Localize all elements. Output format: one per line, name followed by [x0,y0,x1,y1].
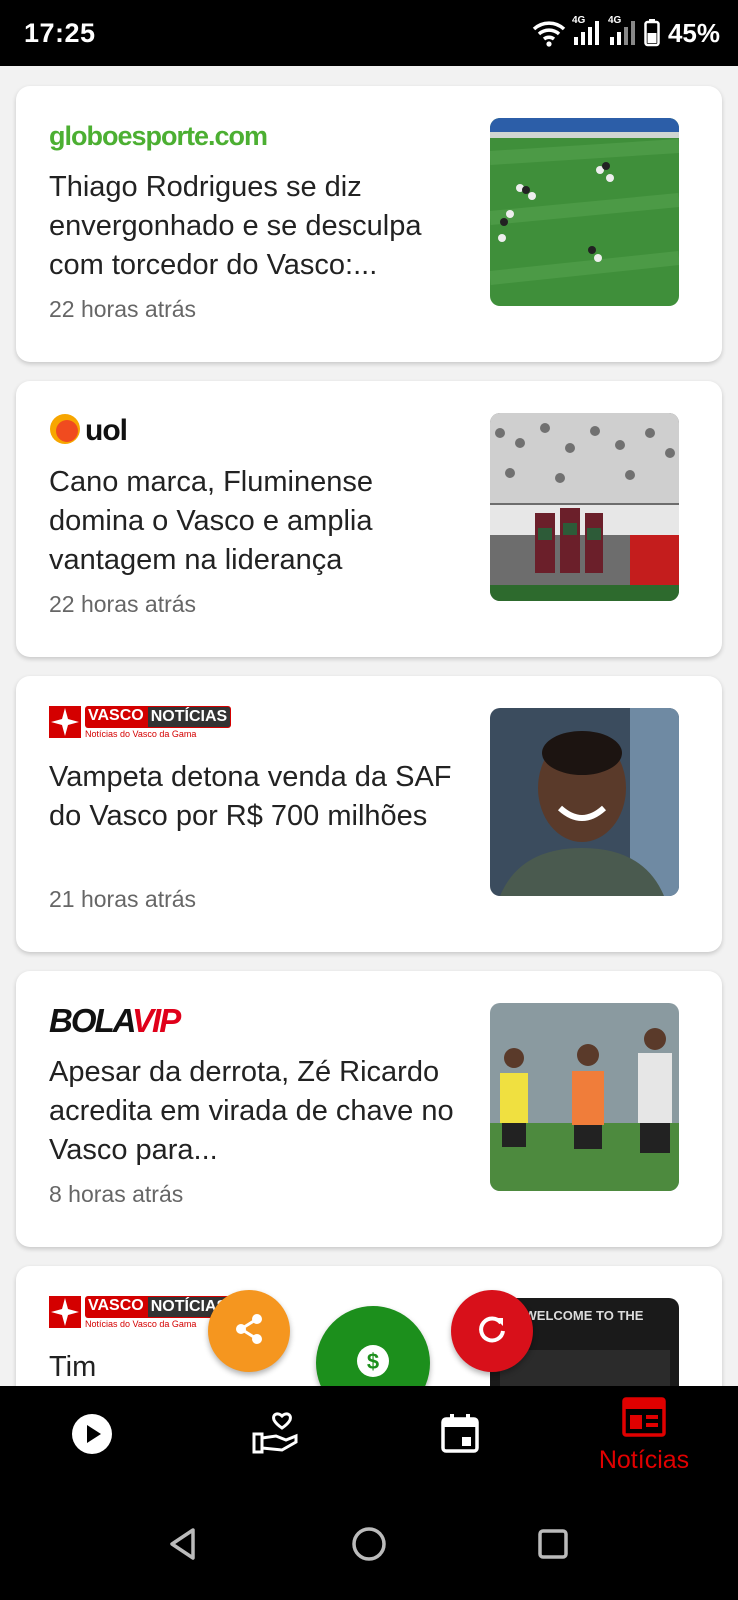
vasco-cross-icon [49,706,81,743]
source-logo-globoesporte: globoesporte.com [49,121,268,151]
source-logo-vasco-noticias: VASCO NOTÍCIAS Notícias do Vasco da Gama [49,706,232,746]
uol-sun-icon [49,413,81,450]
status-icons: 4G 4G 45% [532,15,720,50]
vasco-wordmark: VASCO [85,1296,147,1318]
nav-item-donate[interactable] [184,1386,368,1486]
source-logo-bolavip: BOLAVIP [49,1002,181,1039]
source-logo-vasco-noticias: VASCO NOTÍCIAS Notícias do Vasco da Gama [49,1296,232,1336]
recents-button[interactable] [523,1516,583,1576]
news-time: 21 horas atrás [49,886,197,912]
vasco-wordmark: VASCO [85,706,147,728]
news-title: Vampeta detona venda da SAF do Vasco por… [49,761,452,832]
battery-icon [644,19,660,47]
play-icon [70,1412,114,1461]
home-circle-icon [350,1525,388,1568]
network-type-2: 4G [607,15,622,26]
uol-wordmark: uol [85,414,128,447]
home-button[interactable] [339,1516,399,1576]
refresh-icon [475,1312,509,1351]
news-time: 22 horas atrás [49,296,197,322]
signal-icon-2: 4G [608,15,638,47]
news-title: Apesar da derrota, Zé Ricardo acredita e… [49,1056,454,1166]
news-icon [622,1397,666,1442]
news-time: 22 horas atrás [49,591,197,617]
share-icon [231,1311,267,1352]
status-bar: 17:25 4G 4G 45% [0,0,738,66]
wifi-icon [532,18,566,48]
dollar-icon: $ [355,1343,391,1384]
refresh-button[interactable] [451,1290,533,1372]
bottom-navigation: Notícias [0,1386,738,1486]
calendar-icon [440,1413,480,1460]
news-card[interactable]: BOLAVIP Apesar da derrota, Zé Ricardo ac… [16,971,722,1247]
nav-item-calendar[interactable] [368,1386,552,1486]
news-card[interactable]: VASCO NOTÍCIAS Notícias do Vasco da Gama… [16,676,722,952]
back-triangle-icon [167,1527,199,1566]
battery-percent: 45% [667,17,720,48]
nav-item-noticias[interactable]: Notícias [552,1386,736,1486]
thumbnail-caption: WELCOME TO THE [525,1308,644,1323]
news-thumbnail [490,118,679,306]
status-time: 17:25 [24,18,96,48]
signal-icon-1: 4G [572,15,602,47]
news-thumbnail [490,1003,679,1191]
news-thumbnail [490,413,679,601]
news-time: 8 horas atrás [49,1181,184,1207]
news-thumbnail [490,708,679,896]
system-navigation-bar [0,1486,738,1600]
news-feed[interactable]: globoesporte.com Thiago Rodrigues se diz… [0,66,738,1386]
noticias-wordmark: NOTÍCIAS [146,706,232,728]
share-button[interactable] [208,1290,290,1372]
back-button[interactable] [153,1516,213,1576]
source-logo-uol: uol [49,411,128,451]
recents-square-icon [536,1527,570,1566]
news-card[interactable]: uol Cano marca, Fluminense domina o Vasc… [16,381,722,657]
news-title: Thiago Rodrigues se diz envergonhado e s… [49,171,422,281]
nav-label-noticias: Notícias [598,1446,690,1474]
vasco-tagline: Notícias do Vasco da Gama [85,729,197,739]
donate-icon [252,1411,300,1461]
vasco-cross-icon [49,1296,81,1333]
svg-text:$: $ [367,1349,379,1374]
news-card[interactable]: globoesporte.com Thiago Rodrigues se diz… [16,86,722,362]
network-type-1: 4G [571,15,586,26]
nav-item-play[interactable] [0,1386,184,1486]
news-title: Cano marca, Fluminense domina o Vasco e … [49,466,373,576]
